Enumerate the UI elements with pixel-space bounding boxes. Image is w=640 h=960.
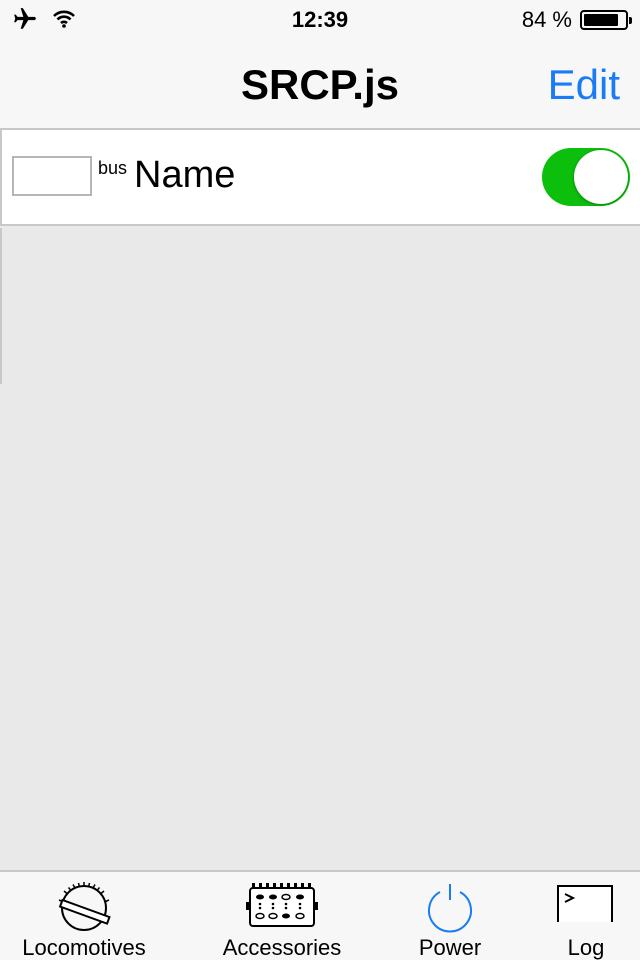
terminal-icon <box>557 885 613 922</box>
battery-fill <box>584 14 618 26</box>
locomotive-dial-icon <box>58 882 111 931</box>
tab-label-accessories: Accessories <box>222 935 342 960</box>
tab-power[interactable]: Power <box>380 872 520 960</box>
bus-label: bus <box>98 158 128 178</box>
accessories-panel-icon <box>246 883 318 927</box>
status-right: 84 % <box>521 6 632 34</box>
tab-log[interactable]: Log <box>536 872 636 960</box>
tab-label-locomotives: Locomotives <box>22 935 146 960</box>
row-name: Name <box>134 154 236 196</box>
enabled-toggle[interactable] <box>542 148 630 206</box>
page-title: SRCP.js <box>241 61 399 108</box>
server-list: bus Name <box>0 130 640 226</box>
bus-number-input[interactable] <box>12 156 92 196</box>
list-item[interactable]: bus Name <box>0 130 640 226</box>
left-edge-divider <box>0 228 2 384</box>
tab-label-power: Power <box>418 935 482 960</box>
tab-bar: Locomotives Accessories Power Log <box>0 870 640 960</box>
tab-locomotives[interactable]: Locomotives <box>4 872 164 960</box>
battery-cap <box>629 17 632 24</box>
status-bar: 12:39 84 % <box>0 0 640 40</box>
tab-accessories[interactable]: Accessories <box>202 872 362 960</box>
edit-button[interactable]: Edit <box>548 40 620 128</box>
battery-percentage: 84 % <box>521 7 572 32</box>
toggle-knob <box>574 150 628 204</box>
navigation-bar: SRCP.js Edit <box>0 40 640 130</box>
power-icon <box>428 884 472 933</box>
tab-label-log: Log <box>567 935 605 960</box>
battery-icon <box>580 10 632 30</box>
